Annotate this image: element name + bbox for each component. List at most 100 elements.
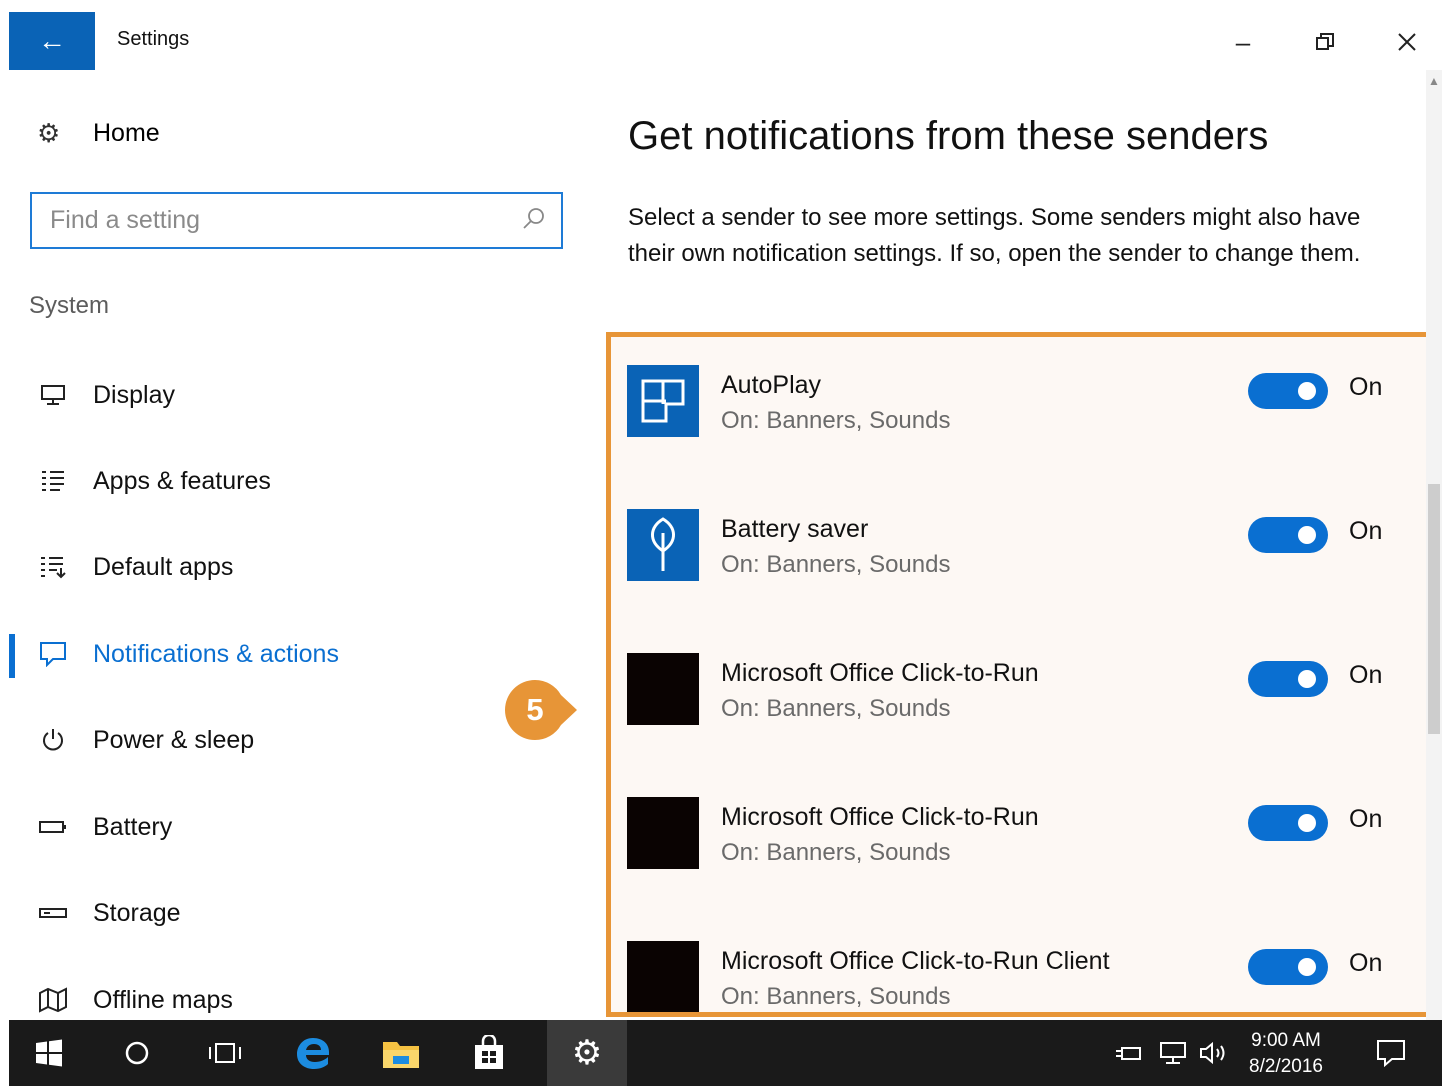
sender-item-office-c2r-2[interactable]: Microsoft Office Click-to-Run On: Banner… [627,779,1435,923]
toggle-label: On [1349,373,1383,401]
sender-name: Microsoft Office Click-to-Run Client [721,947,1110,975]
page-description: Select a sender to see more settings. So… [628,204,1361,267]
minimize-button[interactable]: – [1223,22,1263,62]
battery-icon [36,819,70,835]
sidebar-item-label: Storage [93,898,181,927]
apps-list-icon [36,469,70,493]
sender-status: On: Banners, Sounds [721,407,951,434]
sender-status: On: Banners, Sounds [721,983,951,1010]
main-content: Get notifications from these senders Sel… [600,70,1442,1020]
callout-number: 5 [526,692,544,727]
sender-name: Microsoft Office Click-to-Run [721,659,1039,687]
sender-item-office-c2r-client[interactable]: Microsoft Office Click-to-Run Client On:… [627,923,1435,1012]
office-app-icon [627,941,699,1012]
office-app-icon [627,653,699,725]
action-center-button[interactable] [1351,1020,1431,1086]
sender-item-autoplay[interactable]: AutoPlay On: Banners, Sounds On [627,347,1435,491]
sender-toggle[interactable] [1248,949,1328,985]
scrollbar-thumb[interactable] [1428,484,1440,734]
toggle-label: On [1349,949,1383,977]
sender-status: On: Banners, Sounds [721,695,951,722]
toggle-label: On [1349,805,1383,833]
display-icon [36,384,70,406]
sidebar-item-label: Offline maps [93,985,233,1014]
home-link[interactable]: ⚙ Home [37,118,160,149]
default-apps-icon [36,555,70,579]
sender-name: AutoPlay [721,371,822,399]
page-heading: Get notifications from these senders [628,114,1269,158]
home-label: Home [93,119,160,147]
search-icon [523,208,544,229]
action-center-icon [1377,1040,1405,1067]
sender-toggle[interactable] [1248,373,1328,409]
edge-button[interactable] [273,1020,353,1086]
sidebar-item-label: Notifications & actions [93,639,339,668]
sidebar-item-label: Default apps [93,552,234,581]
store-button[interactable] [449,1020,529,1086]
sidebar: ⚙ Home System Display Apps & features De… [9,70,599,1020]
senders-list: AutoPlay On: Banners, Sounds On Battery … [606,332,1440,1017]
cortana-button[interactable] [97,1020,177,1086]
search-input[interactable] [50,206,490,235]
sidebar-item-storage[interactable]: Storage [9,883,599,943]
task-view-icon [209,1043,241,1063]
arrow-left-icon: ← [38,25,66,56]
gear-icon: ⚙ [37,118,61,148]
system-tray [1114,1020,1232,1086]
cortana-icon [125,1041,149,1065]
clock[interactable]: 9:00 AM 8/2/2016 [1241,1028,1331,1080]
power-plug-icon[interactable] [1114,1042,1144,1064]
sender-status: On: Banners, Sounds [721,551,951,578]
scroll-up-arrow[interactable]: ▲ [1426,74,1442,88]
sidebar-item-apps-features[interactable]: Apps & features [9,451,599,511]
sender-name: Microsoft Office Click-to-Run [721,803,1039,831]
network-icon[interactable] [1158,1040,1188,1066]
edge-icon [297,1038,329,1069]
file-explorer-button[interactable] [361,1020,441,1086]
title-bar: ← Settings – [9,12,1442,70]
power-icon [36,727,70,753]
sidebar-item-display[interactable]: Display [9,365,599,425]
volume-icon[interactable] [1198,1040,1232,1066]
sidebar-item-label: Power & sleep [93,725,255,754]
sender-toggle[interactable] [1248,661,1328,697]
start-button[interactable] [9,1020,89,1086]
sidebar-item-label: Display [93,380,175,409]
storage-icon [36,906,70,920]
map-icon [36,987,70,1013]
sender-item-battery-saver[interactable]: Battery saver On: Banners, Sounds On [627,491,1435,635]
battery-saver-icon [627,509,699,581]
taskbar: ⚙ 9:00 AM 8/2/2016 [9,1020,1442,1086]
toggle-label: On [1349,661,1383,689]
sidebar-item-label: Apps & features [93,466,271,495]
restore-icon [1316,33,1334,50]
restore-button[interactable] [1305,22,1345,62]
sidebar-item-default-apps[interactable]: Default apps [9,537,599,597]
notification-icon [36,641,70,667]
settings-taskbar-button[interactable]: ⚙ [547,1020,627,1086]
sidebar-item-notifications[interactable]: Notifications & actions [9,624,599,684]
minimize-icon: – [1235,26,1251,57]
back-button[interactable]: ← [9,12,95,70]
sidebar-item-label: Battery [93,812,173,841]
toggle-label: On [1349,517,1383,545]
sender-toggle[interactable] [1248,805,1328,841]
close-icon [1398,33,1416,51]
clock-date: 8/2/2016 [1249,1056,1323,1077]
windows-start-icon [36,1039,62,1067]
sidebar-item-battery[interactable]: Battery [9,797,599,857]
active-indicator [9,634,15,678]
store-icon [475,1035,503,1069]
office-app-icon [627,797,699,869]
sender-item-office-c2r-1[interactable]: Microsoft Office Click-to-Run On: Banner… [627,635,1435,779]
file-explorer-icon [383,1042,419,1068]
settings-gear-icon: ⚙ [571,1034,603,1072]
close-button[interactable] [1387,22,1427,62]
sender-toggle[interactable] [1248,517,1328,553]
search-box[interactable] [30,192,563,249]
autoplay-icon [627,365,699,437]
sender-status: On: Banners, Sounds [721,839,951,866]
window-title: Settings [117,28,190,50]
task-view-button[interactable] [185,1020,265,1086]
clock-time: 9:00 AM [1251,1030,1321,1051]
